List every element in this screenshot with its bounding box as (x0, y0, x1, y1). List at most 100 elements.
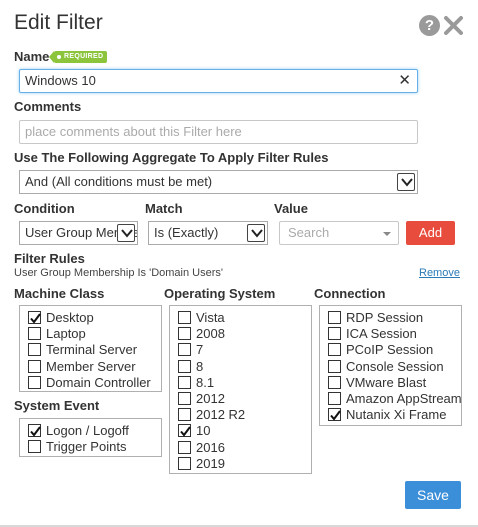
match-select[interactable]: Is (Exactly) (148, 221, 268, 245)
checkbox-label: 2012 (196, 391, 225, 406)
checkbox-unchecked[interactable] (178, 375, 191, 389)
chevron-down-icon[interactable] (397, 173, 415, 191)
machine-class-list: Desktop Laptop Terminal Server Member Serve… (19, 305, 162, 392)
filter-rules-label: Filter Rules (14, 251, 85, 266)
connection-label: Connection (314, 286, 386, 301)
checkbox-unchecked[interactable] (28, 343, 41, 357)
checkbox-label: 7 (196, 342, 204, 358)
checkbox-label: 2008 (196, 326, 225, 342)
checkbox-unchecked[interactable] (28, 359, 41, 373)
checkbox-item[interactable]: Nutanix Xi Frame (328, 407, 446, 423)
checkbox-item[interactable]: Amazon AppStream (328, 391, 462, 407)
checkbox-unchecked[interactable] (28, 440, 41, 454)
value-label: Value (274, 201, 308, 216)
machine-class-label: Machine Class (14, 286, 105, 301)
checkbox-unchecked[interactable] (28, 375, 41, 389)
checkbox-item[interactable]: Laptop (28, 326, 86, 342)
value-search-select[interactable]: Search (279, 221, 399, 245)
checkbox-unchecked[interactable] (328, 311, 341, 324)
connection-list: RDP Session ICA Session PCoIP Session Conso… (319, 305, 462, 426)
checkbox-item[interactable]: 2019 (178, 456, 225, 472)
save-button[interactable]: Save (405, 481, 461, 509)
checkbox-item[interactable]: PCoIP Session (328, 342, 433, 358)
checkbox-label: RDP Session (346, 310, 424, 325)
add-rule-button[interactable]: Add (406, 221, 455, 245)
clear-icon[interactable]: ✕ (398, 70, 411, 92)
checkbox-unchecked[interactable] (178, 456, 191, 470)
checkbox-item[interactable]: 7 (178, 342, 203, 358)
checkbox-item[interactable]: Domain Controller (28, 375, 151, 391)
checkbox-unchecked[interactable] (178, 359, 191, 373)
aggregate-select[interactable]: And (All conditions must be met) (19, 170, 418, 194)
checkbox-label: Domain Controller (46, 374, 151, 390)
name-input[interactable]: Windows 10 ✕ (19, 69, 418, 93)
match-value: Is (Exactly) (154, 225, 219, 240)
system-event-list: Logon / Logoff Trigger Points (19, 418, 162, 457)
system-event-label: System Event (14, 398, 100, 413)
value-search-placeholder: Search (288, 225, 330, 240)
checkbox-item[interactable]: Desktop (28, 310, 94, 326)
comments-input[interactable]: place comments about this Filter here (19, 120, 418, 144)
checkbox-label: Desktop (46, 310, 94, 325)
checkbox-unchecked[interactable] (178, 343, 191, 357)
required-badge: REQUIRED (48, 51, 108, 63)
chevron-down-icon[interactable] (117, 224, 135, 242)
checkbox-item[interactable]: 8 (178, 359, 203, 375)
comments-label: Comments (14, 99, 82, 114)
checkbox-label: Terminal Server (46, 342, 138, 358)
checkbox-item[interactable]: VMware Blast (328, 375, 426, 391)
filter-rule-text: User Group Membership Is 'Domain Users' (14, 267, 223, 279)
checkbox-label: 10 (196, 423, 211, 439)
checkbox-item[interactable]: 8.1 (178, 375, 214, 391)
checkbox-label: Member Server (46, 358, 136, 374)
checkbox-item[interactable]: Terminal Server (28, 342, 137, 358)
checkbox-item[interactable]: 2008 (178, 326, 225, 342)
checkbox-item[interactable]: Console Session (328, 359, 444, 375)
checkbox-item[interactable]: 2016 (178, 440, 225, 456)
remove-rule-link[interactable]: Remove (419, 267, 460, 279)
dialog-title: Edit Filter (14, 11, 103, 34)
checkbox-item[interactable]: ICA Session (328, 326, 417, 342)
caret-down-icon (383, 232, 391, 236)
checkbox-item[interactable]: Trigger Points (28, 439, 126, 455)
aggregate-label: Use The Following Aggregate To Apply Fil… (14, 150, 329, 165)
checkbox-item[interactable]: 2012 (178, 391, 225, 407)
checkbox-unchecked[interactable] (328, 343, 341, 357)
comments-placeholder: place comments about this Filter here (25, 124, 242, 139)
checkbox-unchecked[interactable] (178, 440, 191, 454)
close-icon[interactable] (443, 15, 464, 36)
checkbox-unchecked[interactable] (178, 327, 191, 341)
checkbox-checked[interactable] (28, 424, 41, 437)
checkbox-item[interactable]: Logon / Logoff (28, 423, 129, 439)
checkbox-unchecked[interactable] (178, 311, 191, 324)
checkbox-checked[interactable] (328, 408, 341, 422)
name-input-value: Windows 10 (25, 73, 96, 88)
checkbox-label: Console Session (346, 358, 444, 374)
checkbox-label: 2019 (196, 455, 225, 471)
checkbox-label: Trigger Points (46, 439, 127, 455)
condition-label: Condition (14, 201, 75, 216)
checkbox-unchecked[interactable] (328, 392, 341, 405)
checkbox-unchecked[interactable] (178, 408, 191, 422)
checkbox-unchecked[interactable] (328, 327, 341, 341)
checkbox-item[interactable]: RDP Session (328, 310, 423, 326)
checkbox-unchecked[interactable] (328, 375, 341, 389)
checkbox-unchecked[interactable] (178, 392, 191, 405)
checkbox-item[interactable]: Member Server (28, 359, 136, 375)
checkbox-unchecked[interactable] (28, 327, 41, 341)
checkbox-item[interactable]: 10 (178, 423, 210, 439)
chevron-down-icon[interactable] (247, 224, 265, 242)
checkbox-item[interactable]: 2012 R2 (178, 407, 245, 423)
checkbox-checked[interactable] (178, 424, 191, 438)
checkbox-label: VMware Blast (346, 374, 427, 390)
checkbox-checked[interactable] (28, 311, 41, 324)
condition-select[interactable]: User Group Membership (19, 221, 138, 245)
checkbox-item[interactable]: Vista (178, 310, 225, 326)
checkbox-label: Vista (196, 310, 225, 325)
help-icon[interactable]: ? (419, 15, 440, 36)
checkbox-label: PCoIP Session (346, 342, 434, 358)
checkbox-label: Logon / Logoff (46, 423, 129, 438)
checkbox-label: Amazon AppStream (346, 391, 462, 406)
checkbox-label: 2012 R2 (196, 407, 246, 423)
checkbox-unchecked[interactable] (328, 359, 341, 373)
